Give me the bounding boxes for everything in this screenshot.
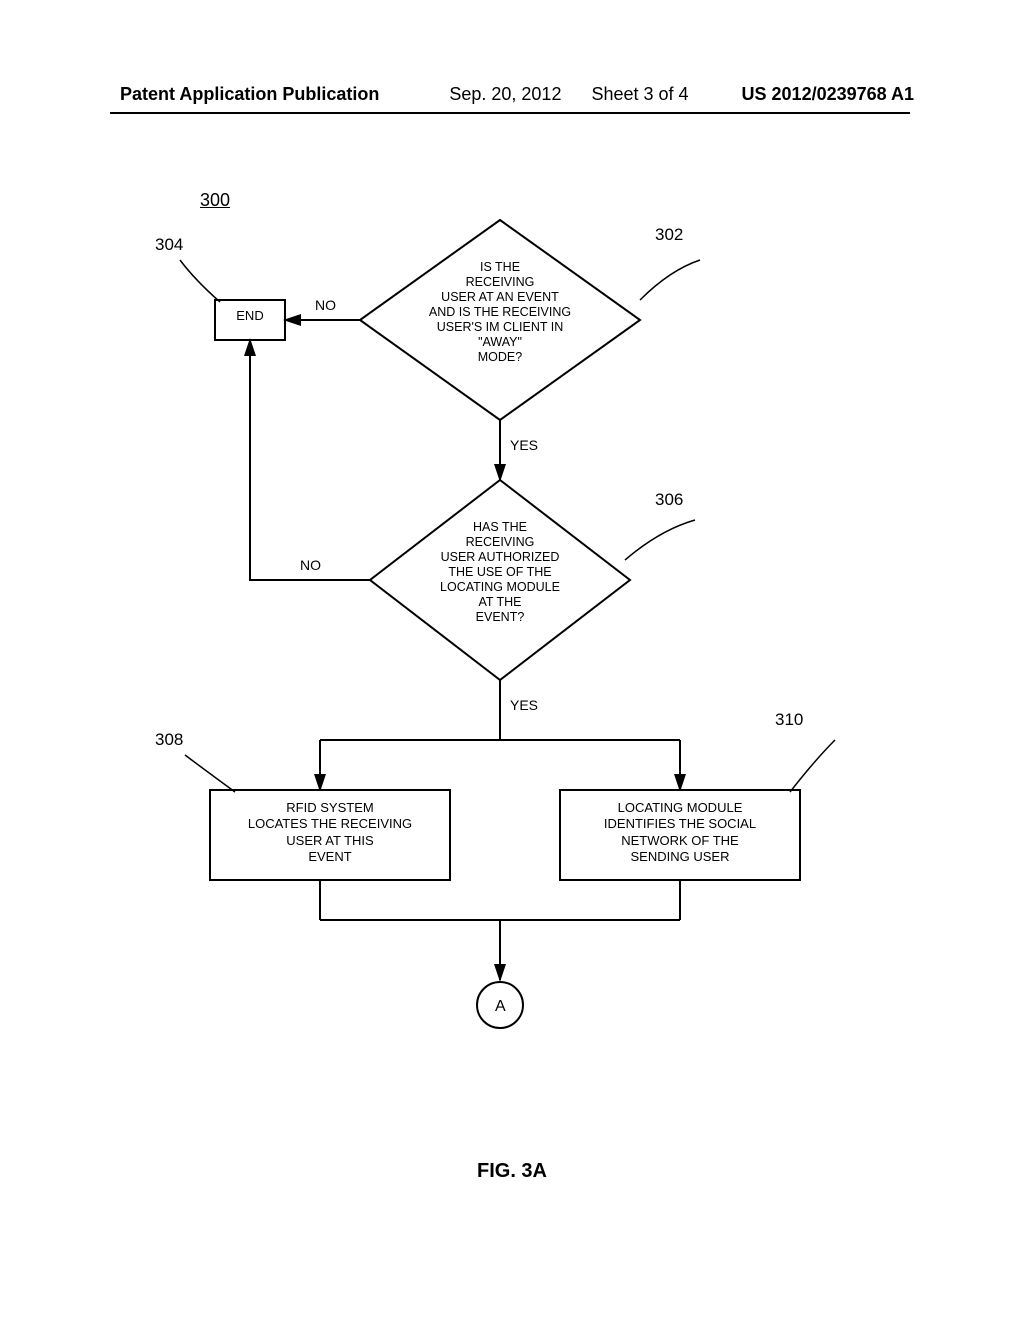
decision-306-text: HAS THE RECEIVING USER AUTHORIZED THE US… bbox=[400, 520, 600, 625]
ref-308: 308 bbox=[155, 730, 183, 749]
publication-label: Patent Application Publication bbox=[120, 84, 379, 105]
ref-302: 302 bbox=[655, 225, 683, 244]
process-308-text: RFID SYSTEM LOCATES THE RECEIVING USER A… bbox=[215, 800, 445, 865]
callout-306 bbox=[625, 520, 695, 560]
label-yes-302: YES bbox=[510, 437, 538, 453]
label-yes-306: YES bbox=[510, 697, 538, 713]
publication-date: Sep. 20, 2012 bbox=[449, 84, 561, 105]
callout-302 bbox=[640, 260, 700, 300]
header-divider bbox=[110, 112, 910, 114]
publication-number: US 2012/0239768 A1 bbox=[742, 84, 914, 105]
sheet-number: Sheet 3 of 4 bbox=[591, 84, 688, 105]
label-no-306: NO bbox=[300, 557, 321, 573]
decision-302: IS THE RECEIVING USER AT AN EVENT AND IS… bbox=[360, 220, 640, 420]
decision-302-text: IS THE RECEIVING USER AT AN EVENT AND IS… bbox=[390, 260, 610, 365]
callout-308 bbox=[185, 755, 235, 792]
process-310: LOCATING MODULE IDENTIFIES THE SOCIAL NE… bbox=[560, 790, 800, 880]
decision-306: HAS THE RECEIVING USER AUTHORIZED THE US… bbox=[370, 480, 630, 680]
process-308: RFID SYSTEM LOCATES THE RECEIVING USER A… bbox=[210, 790, 450, 880]
figure-caption: FIG. 3A bbox=[0, 1160, 1024, 1183]
ref-304: 304 bbox=[155, 235, 183, 254]
callout-310 bbox=[790, 740, 835, 792]
connector-a-label: A bbox=[495, 998, 506, 1015]
flowchart: IS THE RECEIVING USER AT AN EVENT AND IS… bbox=[100, 160, 920, 1120]
end-text: END bbox=[215, 308, 285, 324]
callout-304 bbox=[180, 260, 220, 302]
process-310-text: LOCATING MODULE IDENTIFIES THE SOCIAL NE… bbox=[565, 800, 795, 865]
label-no-302: NO bbox=[315, 297, 336, 313]
end-box: END bbox=[215, 300, 285, 340]
ref-310: 310 bbox=[775, 710, 803, 729]
ref-306: 306 bbox=[655, 490, 683, 509]
arrow-306-no bbox=[250, 340, 370, 580]
